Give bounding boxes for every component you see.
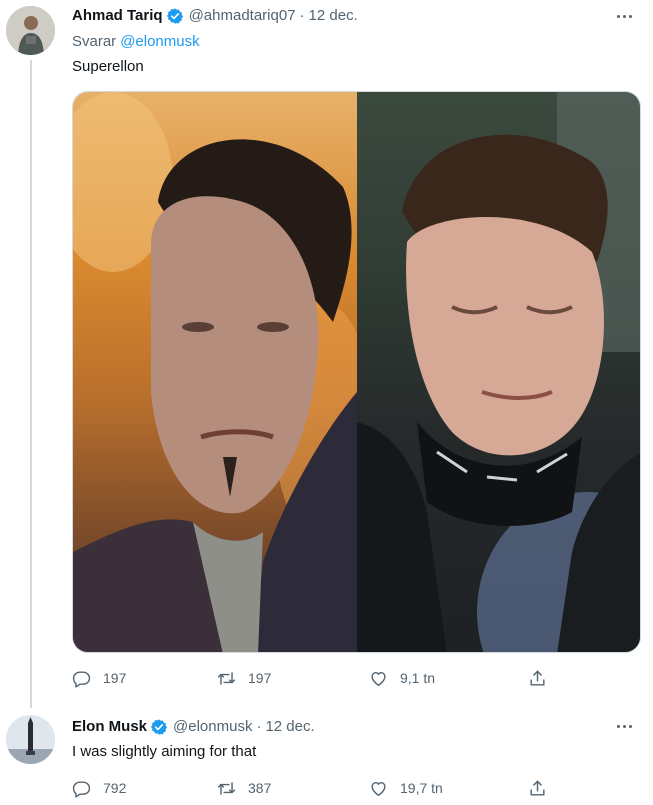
retweet-count: 387 [248, 780, 272, 796]
separator-dot: · [256, 718, 262, 735]
tweet-actions: 197 197 9,1 tn [72, 668, 552, 688]
verified-badge-icon [150, 719, 168, 735]
more-icon[interactable] [613, 716, 635, 736]
replying-to: Svarar @elonmusk [72, 32, 200, 52]
reply-mention-link[interactable]: @elonmusk [120, 33, 199, 50]
image-left-panel [73, 92, 373, 652]
tweet-text: Superellon [72, 58, 144, 75]
share-icon [530, 780, 545, 796]
tweet[interactable]: Ahmad Tariq @ahmadtariq07 · 12 dec. Svar… [0, 0, 653, 708]
retweet-icon [217, 671, 236, 685]
retweet-count: 197 [248, 670, 272, 686]
display-name[interactable]: Ahmad Tariq [72, 6, 163, 26]
more-icon[interactable] [613, 6, 635, 26]
handle[interactable]: @ahmadtariq07 [189, 6, 296, 26]
display-name[interactable]: Elon Musk [72, 717, 147, 737]
reply-button[interactable]: 792 [72, 779, 126, 798]
like-count: 19,7 tn [400, 780, 443, 796]
reply-button[interactable]: 197 [72, 669, 126, 688]
retweet-button[interactable]: 197 [217, 669, 271, 688]
handle[interactable]: @elonmusk [173, 717, 252, 737]
like-button[interactable]: 19,7 tn [369, 779, 443, 798]
like-count: 9,1 tn [400, 670, 436, 686]
tweet-header: Elon Musk @elonmusk · 12 dec. [72, 717, 315, 737]
retweet-icon [217, 781, 236, 795]
share-icon [530, 670, 545, 686]
tweet-header: Ahmad Tariq @ahmadtariq07 · 12 dec. [72, 6, 358, 26]
avatar[interactable] [6, 715, 55, 764]
tweet[interactable]: Elon Musk @elonmusk · 12 dec. I was slig… [0, 700, 653, 805]
left-portrait [73, 92, 373, 652]
reply-count: 792 [103, 780, 127, 796]
right-portrait [357, 92, 640, 652]
share-button[interactable] [528, 669, 547, 688]
replying-to-label: Svarar [72, 33, 117, 50]
like-icon [371, 671, 386, 686]
reply-count: 197 [103, 670, 127, 686]
reply-icon [72, 780, 91, 798]
like-icon [371, 781, 386, 796]
avatar[interactable] [6, 6, 55, 55]
tweet-image[interactable] [72, 91, 641, 653]
thread-line [30, 60, 32, 708]
timestamp[interactable]: 12 dec. [309, 6, 358, 26]
share-button[interactable] [528, 779, 547, 798]
verified-badge-icon [166, 8, 183, 24]
timestamp[interactable]: 12 dec. [265, 717, 314, 737]
tweet-actions: 792 387 19,7 tn [72, 778, 552, 798]
like-button[interactable]: 9,1 tn [369, 669, 435, 688]
reply-icon [72, 670, 91, 688]
tweet-text: I was slightly aiming for that [72, 743, 257, 760]
retweet-button[interactable]: 387 [217, 779, 271, 798]
image-right-panel [357, 92, 640, 652]
avatar-photo [6, 6, 55, 55]
avatar-photo [6, 715, 55, 764]
separator-dot: · [299, 7, 305, 24]
